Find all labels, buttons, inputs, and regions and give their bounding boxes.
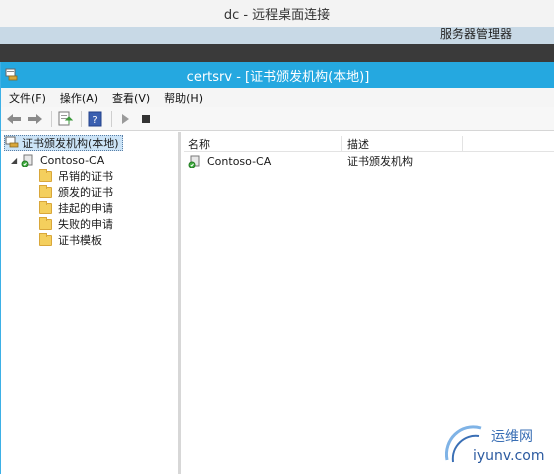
column-header-description[interactable]: 描述 <box>343 136 463 152</box>
tree-root-node[interactable]: 证书颁发机构(本地) <box>4 135 123 151</box>
column-header-name[interactable]: 名称 <box>184 136 342 152</box>
forward-arrow-icon[interactable] <box>26 110 44 128</box>
tree-item-ca[interactable]: ◢ Contoso-CA <box>11 152 104 168</box>
menu-bar: 文件(F) 操作(A) 查看(V) 帮助(H) <box>1 88 554 107</box>
remote-desktop-titlebar: dc - 远程桌面连接 <box>0 0 554 27</box>
ca-server-icon <box>21 154 34 167</box>
menu-file[interactable]: 文件(F) <box>9 90 46 106</box>
folder-icon <box>39 184 52 198</box>
tree-root-label: 证书颁发机构(本地) <box>22 137 119 150</box>
computer-icon <box>5 136 19 151</box>
tree-item-issued[interactable]: 颁发的证书 <box>39 184 113 200</box>
folder-icon <box>39 232 52 246</box>
watermark-brand: 运维网 <box>491 429 533 445</box>
tree-item-label: 挂起的申请 <box>58 202 113 215</box>
toolbar-separator <box>81 110 82 127</box>
tree-item-label: 吊销的证书 <box>58 170 113 183</box>
ca-server-icon <box>188 155 201 168</box>
toolbar-separator <box>51 110 52 127</box>
tree-item-label: 颁发的证书 <box>58 186 113 199</box>
tree-item-revoked[interactable]: 吊销的证书 <box>39 168 113 184</box>
folder-icon <box>39 200 52 214</box>
menu-view[interactable]: 查看(V) <box>112 90 150 106</box>
certsrv-window: certsrv - [证书颁发机构(本地)] 文件(F) 操作(A) 查看(V)… <box>0 62 554 474</box>
watermark-logo: 运维网 iyunv.com <box>441 420 551 470</box>
stop-service-icon[interactable] <box>137 110 155 128</box>
list-item[interactable]: Contoso-CA 证书颁发机构 <box>184 153 554 169</box>
tree-item-label: 证书模板 <box>58 234 102 247</box>
tree-item-templates[interactable]: 证书模板 <box>39 232 102 248</box>
export-list-icon[interactable] <box>56 110 74 128</box>
list-header: 名称 描述 <box>184 136 554 152</box>
server-manager-band <box>0 44 554 62</box>
list-item-name-cell: Contoso-CA <box>188 153 271 169</box>
help-icon[interactable]: ? <box>86 110 104 128</box>
details-pane: 名称 描述 Contoso-CA 证书颁发机构 运维网 iyunv.com <box>184 132 554 474</box>
window-title: certsrv - [证书颁发机构(本地)] <box>186 69 370 85</box>
certsrv-app-icon <box>5 67 19 81</box>
toolbar: ? <box>1 107 554 131</box>
folder-icon <box>39 216 52 230</box>
remote-desktop-title: dc - 远程桌面连接 <box>223 8 331 23</box>
tree-item-pending[interactable]: 挂起的申请 <box>39 200 113 216</box>
toolbar-separator <box>111 110 112 127</box>
start-service-icon[interactable] <box>116 110 134 128</box>
back-arrow-icon[interactable] <box>5 110 23 128</box>
collapse-triangle-icon[interactable]: ◢ <box>11 156 21 165</box>
console-tree: 证书颁发机构(本地) ◢ Contoso-CA 吊销的证书 颁发的证书 挂起的申… <box>1 132 181 474</box>
list-item-description: 证书颁发机构 <box>347 155 413 168</box>
menu-help[interactable]: 帮助(H) <box>164 90 203 106</box>
tree-item-failed[interactable]: 失败的申请 <box>39 216 113 232</box>
tree-item-label: 失败的申请 <box>58 218 113 231</box>
folder-icon <box>39 168 52 182</box>
server-manager-title: 服务器管理器 <box>439 27 512 41</box>
window-titlebar[interactable]: certsrv - [证书颁发机构(本地)] <box>1 62 554 88</box>
menu-action[interactable]: 操作(A) <box>60 90 98 106</box>
list-item-name: Contoso-CA <box>207 154 272 168</box>
svg-text:?: ? <box>92 115 97 126</box>
watermark-url: iyunv.com <box>473 448 545 464</box>
tree-item-ca-label: Contoso-CA <box>40 153 105 167</box>
